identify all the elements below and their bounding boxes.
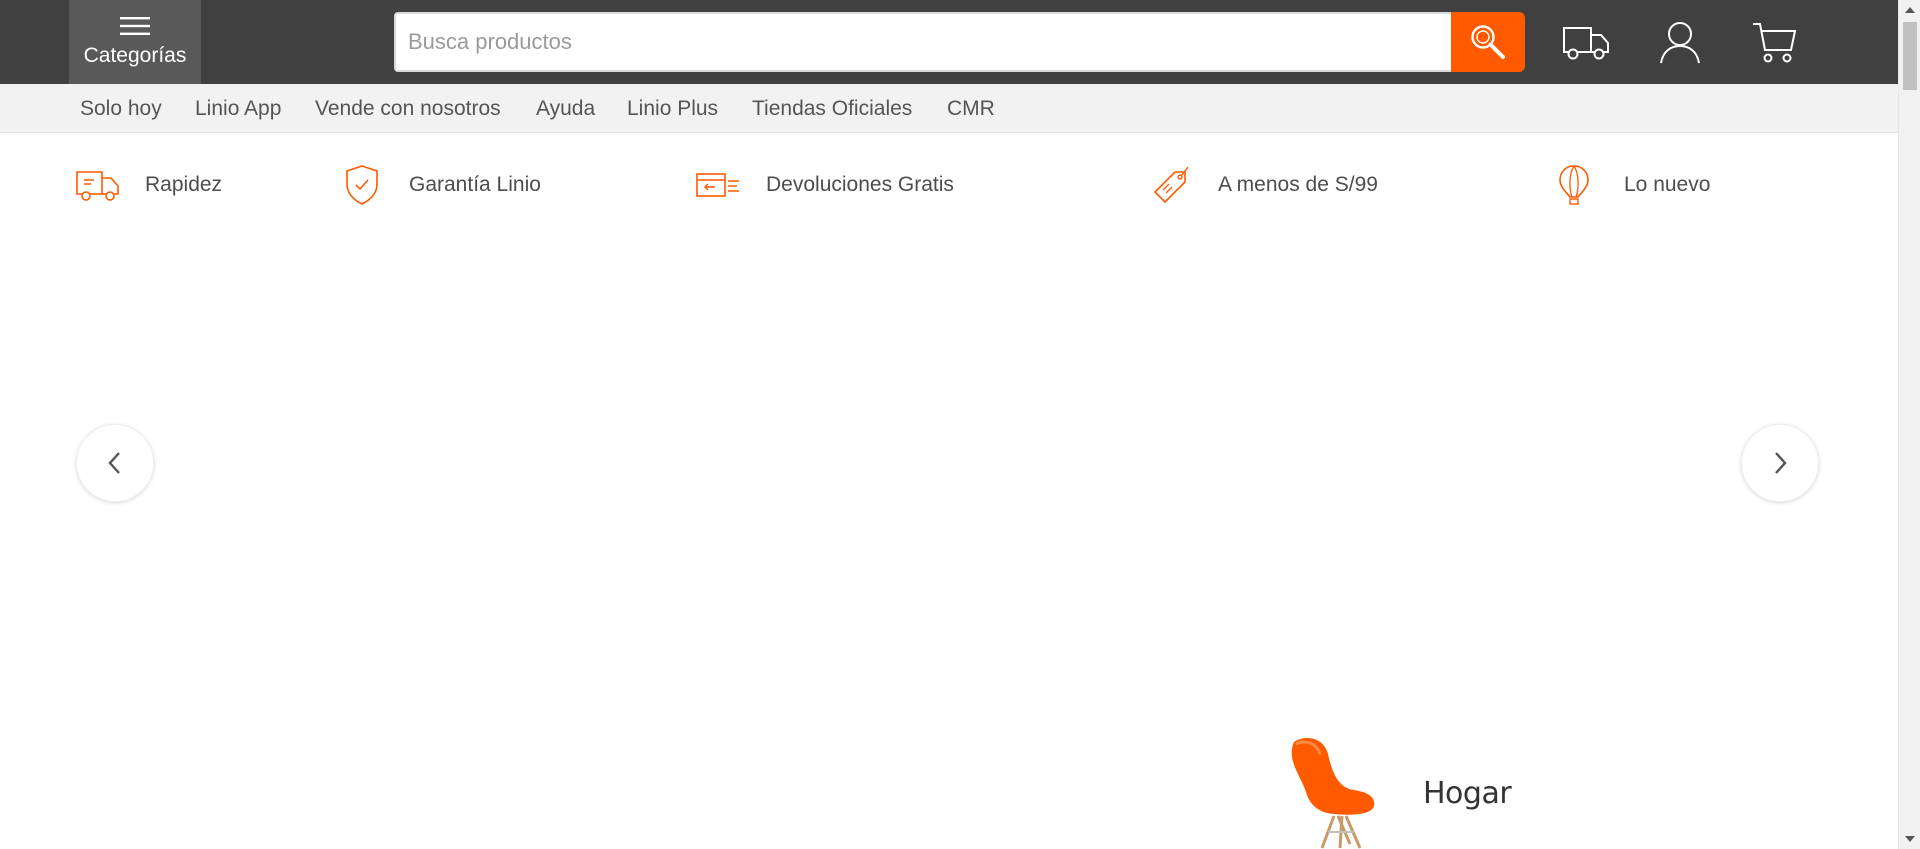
search-input[interactable] (394, 12, 1451, 72)
nav-link-solo-hoy[interactable]: Solo hoy (80, 84, 162, 133)
feature-menos-99[interactable]: A menos de S/99 (1146, 160, 1406, 210)
cart-icon (1753, 23, 1797, 63)
user-icon (1660, 22, 1700, 64)
scroll-down-arrow[interactable] (1899, 829, 1920, 849)
feature-rapidez[interactable]: Rapidez (74, 160, 234, 210)
category-label-hogar[interactable]: Hogar (1423, 776, 1512, 811)
carousel-next-button[interactable] (1741, 424, 1819, 502)
shield-check-icon (338, 163, 386, 207)
nav-link-vende[interactable]: Vende con nosotros (315, 84, 501, 133)
nav-link-ayuda[interactable]: Ayuda (536, 84, 595, 133)
chevron-left-icon (108, 452, 120, 474)
chevron-right-icon (1775, 452, 1787, 474)
secondary-nav: Solo hoy Linio App Vende con nosotros Ay… (0, 84, 1898, 133)
scroll-thumb[interactable] (1903, 22, 1917, 90)
return-box-icon (694, 163, 742, 207)
feature-garantia[interactable]: Garantía Linio (338, 160, 558, 210)
carousel-prev-button[interactable] (76, 424, 154, 502)
account-button[interactable] (1654, 18, 1706, 66)
page-scrollbar[interactable] (1898, 0, 1920, 849)
truck-icon (1563, 27, 1609, 60)
search-bar (394, 12, 1525, 72)
feature-label: Garantía Linio (409, 173, 541, 196)
nav-link-cmr[interactable]: CMR (947, 84, 995, 133)
chair-icon[interactable] (1284, 736, 1380, 849)
feature-label: Devoluciones Gratis (766, 173, 954, 196)
truck-icon (74, 163, 122, 207)
search-button[interactable] (1451, 12, 1525, 72)
delivery-tracking-button[interactable] (1560, 18, 1612, 66)
categories-label: Categorías (83, 44, 187, 67)
price-tag-icon (1146, 163, 1194, 207)
nav-link-linio-plus[interactable]: Linio Plus (627, 84, 718, 133)
search-icon (1471, 25, 1505, 59)
nav-link-tiendas-oficiales[interactable]: Tiendas Oficiales (752, 84, 912, 133)
cart-button[interactable] (1748, 18, 1800, 66)
feature-label: A menos de S/99 (1218, 173, 1378, 196)
menu-icon (120, 17, 150, 35)
feature-lo-nuevo[interactable]: Lo nuevo (1550, 160, 1730, 210)
scroll-up-arrow[interactable] (1899, 0, 1920, 20)
feature-label: Lo nuevo (1624, 173, 1711, 196)
balloon-icon (1550, 163, 1598, 207)
categories-button[interactable]: Categorías (69, 0, 201, 84)
feature-label: Rapidez (145, 173, 223, 196)
top-header: Categorías (0, 0, 1898, 84)
nav-link-linio-app[interactable]: Linio App (195, 84, 281, 133)
feature-devoluciones[interactable]: Devoluciones Gratis (694, 160, 974, 210)
